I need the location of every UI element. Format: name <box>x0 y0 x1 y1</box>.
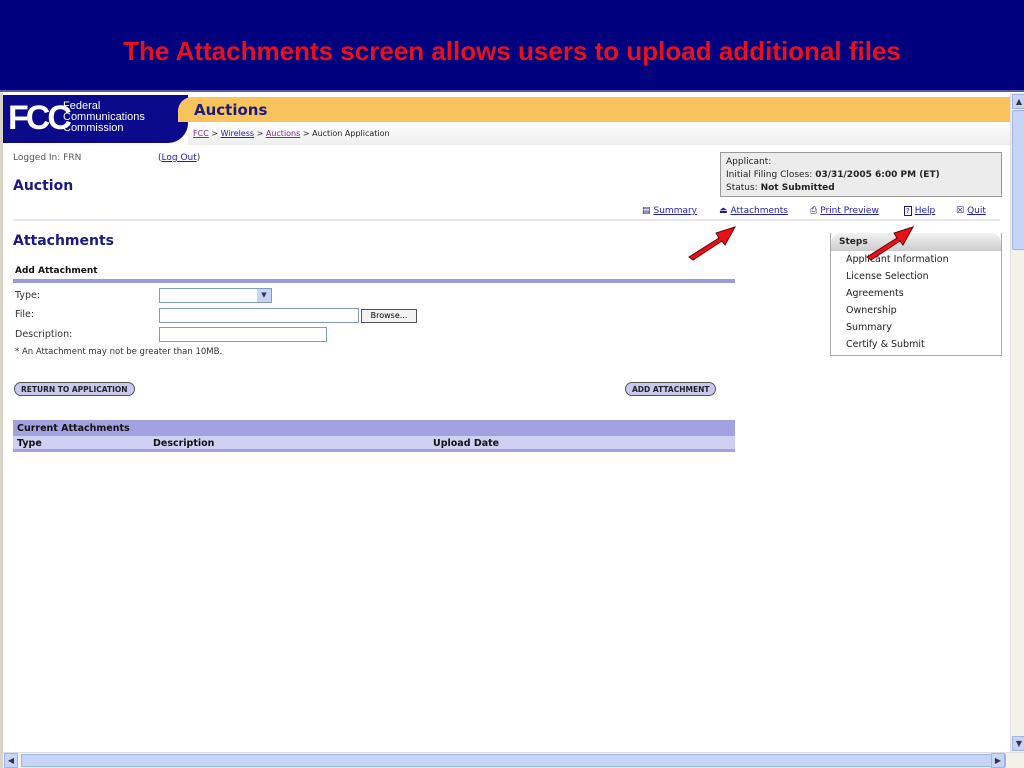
step-agreements[interactable]: Agreements <box>831 285 1001 302</box>
column-description: Description <box>153 438 215 449</box>
attachments-heading: Attachments <box>13 233 115 249</box>
scroll-thumb[interactable] <box>1012 110 1024 250</box>
divider <box>13 219 1000 221</box>
column-type: Type <box>17 438 42 449</box>
step-certify-submit[interactable]: Certify & Submit <box>831 336 1001 353</box>
step-ownership[interactable]: Ownership <box>831 302 1001 319</box>
toolbar-summary[interactable]: ▤ Summary <box>642 206 697 216</box>
callout-arrow-attachments <box>688 226 737 261</box>
breadcrumb-bar: FCC > Wireless > Auctions > Auction Appl… <box>188 122 1010 145</box>
fcc-logo[interactable]: FCC Federal Communications Commission <box>3 95 188 143</box>
toolbar-print-preview[interactable]: ⎙ Print Preview <box>810 206 879 216</box>
toolbar-quit[interactable]: ☒ Quit <box>956 206 986 216</box>
browse-button[interactable]: Browse... <box>361 309 417 323</box>
logout-link[interactable]: Log Out <box>162 153 197 163</box>
application-info-box: Applicant: Initial Filing Closes: 03/31/… <box>720 152 1002 197</box>
scroll-right-icon[interactable]: ▶ <box>991 753 1005 768</box>
summary-icon: ▤ <box>642 206 651 216</box>
breadcrumb-wireless[interactable]: Wireless <box>221 129 254 138</box>
step-license-selection[interactable]: License Selection <box>831 268 1001 285</box>
file-label: File: <box>15 309 35 320</box>
toolbar-help[interactable]: ? Help <box>904 206 935 216</box>
table-header: Type Description Upload Date <box>13 436 735 452</box>
chevron-down-icon: ▼ <box>257 289 271 302</box>
step-summary[interactable]: Summary <box>831 319 1001 336</box>
help-icon: ? <box>904 206 912 216</box>
scroll-down-icon[interactable]: ▼ <box>1012 736 1024 751</box>
section-title: Auctions <box>194 101 268 119</box>
vertical-scrollbar[interactable]: ▲ ▼ <box>1010 93 1024 752</box>
slide-banner: The Attachments screen allows users to u… <box>0 0 1024 92</box>
section-rule <box>13 279 735 283</box>
description-input[interactable] <box>159 327 327 342</box>
logo-letters: FCC <box>8 99 72 137</box>
logo-name: Federal Communications Commission <box>63 100 145 134</box>
size-note: * An Attachment may not be greater than … <box>15 347 223 357</box>
breadcrumb-auctions[interactable]: Auctions <box>266 129 300 138</box>
callout-arrow-help <box>866 226 915 261</box>
browser-window: FCC Federal Communications Commission Auct… <box>0 93 1024 768</box>
quit-icon: ☒ <box>956 206 965 216</box>
description-label: Description: <box>15 329 73 340</box>
breadcrumb: FCC > Wireless > Auctions > Auction Appl… <box>193 129 390 138</box>
breadcrumb-fcc[interactable]: FCC <box>193 129 209 138</box>
column-upload-date: Upload Date <box>433 438 500 449</box>
file-input[interactable] <box>159 308 359 323</box>
horizontal-scrollbar[interactable]: ◀ ▶ <box>3 752 1024 768</box>
type-label: Type: <box>15 290 41 301</box>
current-attachments-title: Current Attachments <box>13 420 735 436</box>
add-attachment-button[interactable]: ADD ATTACHMENT <box>625 382 717 396</box>
logged-in-label: Logged In: FRN <box>13 153 82 163</box>
horizontal-scroll-thumb[interactable] <box>21 754 1006 767</box>
toolbar-attachments[interactable]: ⏏ Attachments <box>719 206 788 216</box>
current-attachments-table: Current Attachments Type Description Upl… <box>13 420 735 452</box>
type-select[interactable]: ▼ <box>159 288 272 303</box>
page-heading: Auction <box>13 178 74 194</box>
add-attachment-heading: Add Attachment <box>15 266 98 276</box>
breadcrumb-current: Auction Application <box>312 129 390 138</box>
upload-icon: ⏏ <box>719 206 728 216</box>
scroll-up-icon[interactable]: ▲ <box>1012 94 1024 109</box>
slide-title: The Attachments screen allows users to u… <box>123 36 901 66</box>
section-header: Auctions <box>178 97 1010 122</box>
scroll-left-icon[interactable]: ◀ <box>4 753 18 768</box>
return-to-application-button[interactable]: RETURN TO APPLICATION <box>14 382 135 396</box>
print-icon: ⎙ <box>810 206 818 216</box>
